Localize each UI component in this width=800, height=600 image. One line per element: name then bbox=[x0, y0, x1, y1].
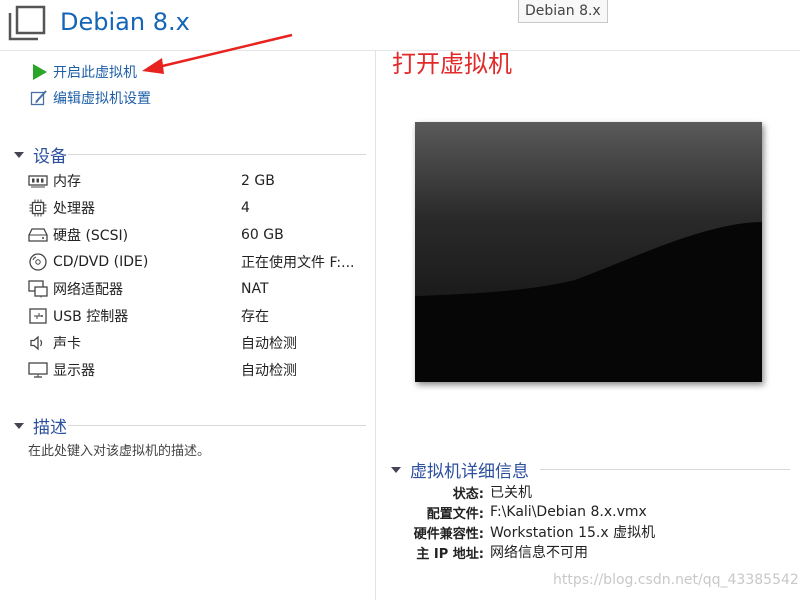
power-on-button[interactable]: 开启此虚拟机 bbox=[30, 61, 137, 83]
device-row-memory[interactable]: 内存 2 GB bbox=[28, 169, 368, 193]
device-value: 正在使用文件 F:... bbox=[241, 255, 355, 271]
vm-icon bbox=[8, 5, 46, 43]
details-section-toggle[interactable]: 虚拟机详细信息 bbox=[391, 457, 529, 482]
detail-label: 主 IP 地址: bbox=[416, 546, 484, 562]
devices-header: 设备 bbox=[33, 147, 67, 167]
device-value: 2 GB bbox=[241, 173, 275, 189]
device-row-cd-dvd[interactable]: CD/DVD (IDE) 正在使用文件 F:... bbox=[28, 250, 368, 274]
description-section-toggle[interactable]: 描述 bbox=[14, 413, 67, 438]
device-row-usb[interactable]: USB 控制器 存在 bbox=[28, 304, 368, 328]
detail-row-compatibility: 硬件兼容性: Workstation 15.x 虚拟机 bbox=[398, 522, 655, 542]
cpu-icon bbox=[28, 199, 48, 217]
collapse-triangle-icon bbox=[14, 422, 24, 429]
detail-row-ip-address: 主 IP 地址: 网络信息不可用 bbox=[398, 542, 588, 562]
detail-value: Workstation 15.x 虚拟机 bbox=[490, 525, 656, 541]
device-row-sound[interactable]: 声卡 自动检测 bbox=[28, 331, 368, 355]
description-divider bbox=[68, 425, 366, 426]
details-header: 虚拟机详细信息 bbox=[410, 462, 529, 482]
pane-divider bbox=[375, 51, 376, 600]
detail-value: F:\Kali\Debian 8.x.vmx bbox=[490, 504, 647, 520]
memory-icon bbox=[28, 172, 48, 190]
detail-value: 已关机 bbox=[490, 485, 532, 501]
detail-label: 配置文件: bbox=[426, 506, 484, 522]
vm-preview-thumbnail[interactable] bbox=[415, 122, 762, 382]
device-value: 自动检测 bbox=[241, 336, 297, 352]
device-value: 60 GB bbox=[241, 227, 284, 243]
description-text[interactable]: 在此处键入对该虚拟机的描述。 bbox=[28, 440, 210, 459]
device-value: 存在 bbox=[241, 309, 269, 325]
description-header: 描述 bbox=[33, 418, 67, 438]
device-row-display[interactable]: 显示器 自动检测 bbox=[28, 358, 368, 382]
detail-label: 状态: bbox=[452, 486, 484, 502]
detail-value: 网络信息不可用 bbox=[490, 545, 588, 561]
title-tooltip: Debian 8.x bbox=[518, 0, 608, 23]
device-name: 网络适配器 bbox=[53, 282, 123, 298]
preview-gloss bbox=[415, 122, 762, 382]
device-row-hard-disk[interactable]: 硬盘 (SCSI) 60 GB bbox=[28, 223, 368, 247]
annotation-text: 打开虚拟机 bbox=[392, 50, 512, 78]
device-name: USB 控制器 bbox=[53, 309, 129, 325]
device-row-processor[interactable]: 处理器 4 bbox=[28, 196, 368, 220]
edit-settings-label: 编辑虚拟机设置 bbox=[53, 91, 151, 107]
edit-settings-icon bbox=[30, 89, 48, 107]
collapse-triangle-icon bbox=[14, 151, 24, 158]
device-value: NAT bbox=[241, 281, 269, 297]
play-icon bbox=[30, 63, 48, 81]
hard-disk-icon bbox=[28, 226, 48, 244]
edit-settings-button[interactable]: 编辑虚拟机设置 bbox=[30, 87, 151, 109]
devices-divider bbox=[68, 154, 366, 155]
usb-icon bbox=[28, 307, 48, 325]
network-adapter-icon bbox=[28, 280, 48, 298]
device-name: 硬盘 (SCSI) bbox=[53, 228, 129, 244]
device-name: CD/DVD (IDE) bbox=[53, 254, 149, 270]
device-name: 处理器 bbox=[53, 201, 95, 217]
collapse-triangle-icon bbox=[391, 466, 401, 473]
device-value: 4 bbox=[241, 200, 250, 216]
detail-label: 硬件兼容性: bbox=[413, 526, 484, 542]
cd-dvd-icon bbox=[28, 253, 48, 271]
detail-row-config-file: 配置文件: F:\Kali\Debian 8.x.vmx bbox=[398, 502, 647, 522]
watermark: https://blog.csdn.net/qq_43385542 bbox=[553, 572, 799, 588]
device-row-network[interactable]: 网络适配器 NAT bbox=[28, 277, 368, 301]
device-value: 自动检测 bbox=[241, 363, 297, 379]
device-name: 内存 bbox=[53, 174, 81, 190]
display-icon bbox=[28, 361, 48, 379]
device-name: 显示器 bbox=[53, 363, 95, 379]
devices-section-toggle[interactable]: 设备 bbox=[14, 142, 67, 167]
power-on-label: 开启此虚拟机 bbox=[53, 65, 137, 81]
device-name: 声卡 bbox=[53, 336, 81, 352]
sound-icon bbox=[28, 334, 48, 352]
detail-row-status: 状态: 已关机 bbox=[398, 482, 532, 502]
annotation-arrow bbox=[142, 33, 293, 74]
details-divider bbox=[540, 469, 790, 470]
